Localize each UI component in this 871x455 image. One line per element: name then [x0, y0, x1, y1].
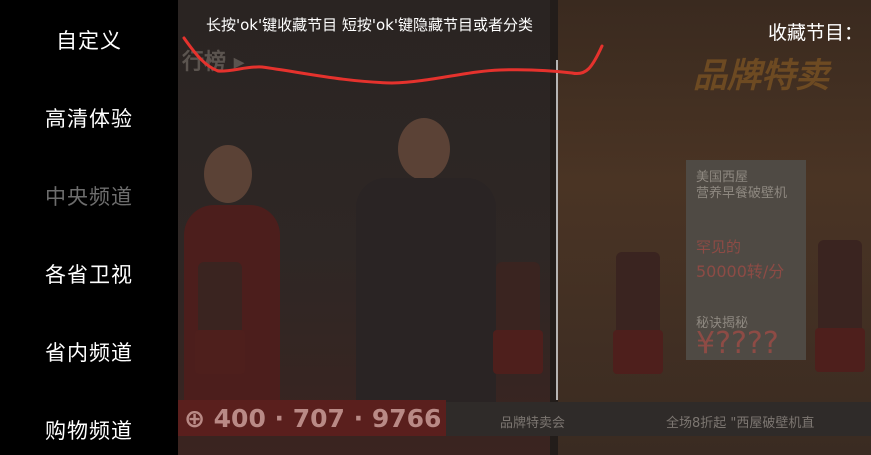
menu-item-label: 高清体验: [45, 107, 133, 131]
host-male-body: [356, 178, 496, 403]
blender-1: [198, 262, 242, 332]
blender-2: [496, 262, 540, 332]
menu-item-label: 各省卫视: [45, 263, 133, 287]
video-preview: 行榜 ▸ 品牌特卖 美国西屋 营养早餐破壁机 罕见的 50000转/分 秘诀揭秘…: [178, 0, 871, 455]
menu-item-provincial-satellite[interactable]: 各省卫视: [0, 254, 178, 294]
card-line-2: 营养早餐破壁机: [696, 186, 788, 201]
blender-4-base: [815, 328, 865, 372]
product-card: 美国西屋 营养早餐破壁机 罕见的 50000转/分 秘诀揭秘 ¥????: [686, 160, 806, 361]
hotline-bar: ⊕ 400 · 707 · 9766: [178, 400, 446, 436]
vertical-divider: [556, 60, 558, 400]
tv-channel-screen: 行榜 ▸ 品牌特卖 美国西屋 营养早餐破壁机 罕见的 50000转/分 秘诀揭秘…: [0, 0, 871, 455]
host-female-head: [204, 145, 252, 203]
blender-3: [616, 252, 660, 332]
menu-item-label: 购物频道: [45, 419, 133, 443]
menu-item-label: 省内频道: [45, 341, 133, 365]
host-male-head: [398, 118, 450, 180]
menu-item-shopping[interactable]: 购物频道: [0, 410, 178, 450]
brand-sale-logo: 品牌特卖: [693, 56, 829, 96]
card-line-4: 50000转/分: [696, 262, 785, 281]
menu-item-local-channels[interactable]: 省内频道: [0, 332, 178, 372]
ok-key-hint: 长按'ok'键收藏节目 短按'ok'键隐藏节目或者分类: [206, 16, 533, 34]
menu-item-label: 中央频道: [45, 185, 133, 209]
rank-text: 行榜 ▸: [182, 50, 245, 75]
blender-4: [818, 240, 862, 330]
category-sidebar: 自定义 高清体验 中央频道 各省卫视 省内频道 购物频道: [0, 0, 178, 455]
card-line-3: 罕见的: [696, 238, 742, 256]
blender-2-base: [493, 330, 543, 374]
strip-right-text: 全场8折起 "西屋破壁机直: [666, 416, 815, 431]
menu-item-hd[interactable]: 高清体验: [0, 98, 178, 138]
card-price: ¥????: [696, 326, 779, 361]
favorites-label: 收藏节目：: [768, 22, 864, 44]
strip-left-text: 品牌特卖会: [500, 416, 566, 431]
menu-item-label: 自定义: [56, 29, 122, 53]
blender-3-base: [613, 330, 663, 374]
blender-1-base: [195, 330, 245, 374]
menu-item-cctv[interactable]: 中央频道: [0, 176, 178, 216]
menu-item-custom[interactable]: 自定义: [0, 20, 178, 60]
